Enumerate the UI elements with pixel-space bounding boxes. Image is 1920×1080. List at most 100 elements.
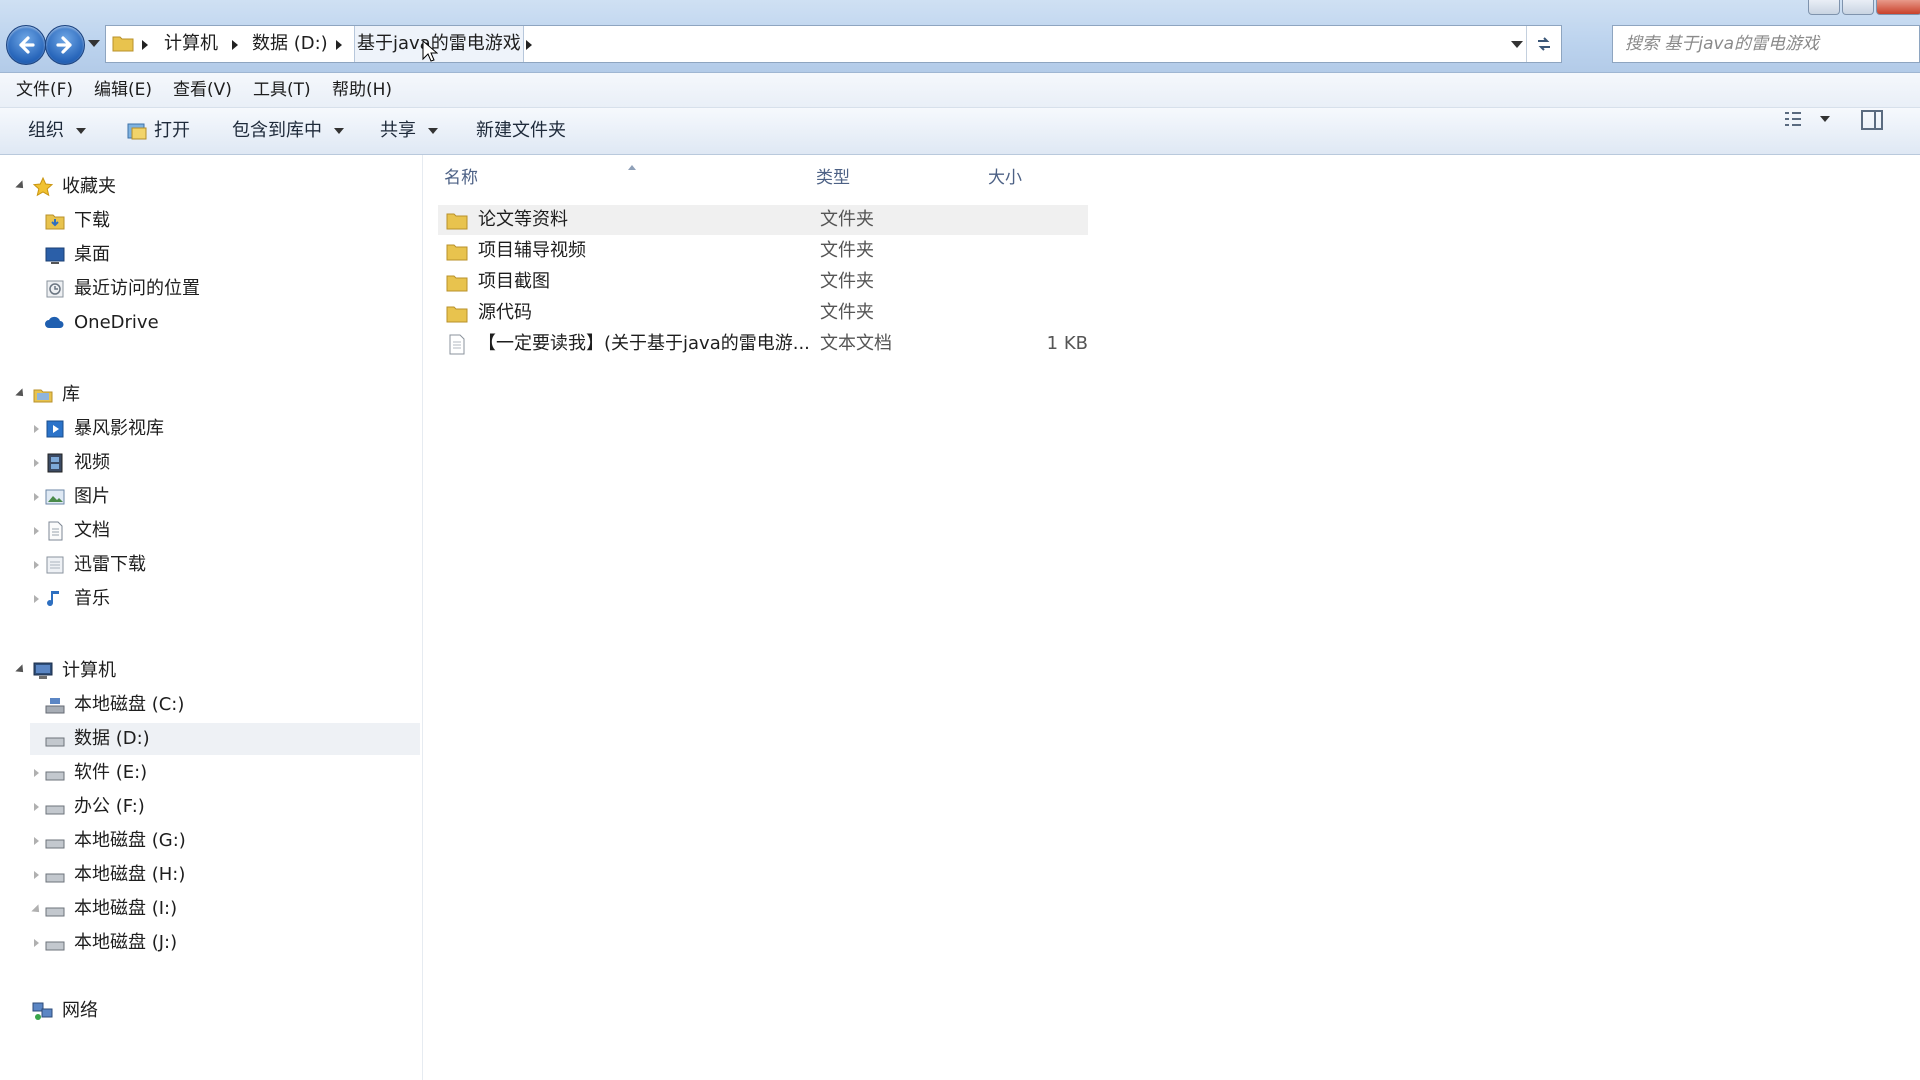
back-button[interactable] xyxy=(6,25,46,65)
collapse-toggle[interactable] xyxy=(34,803,39,811)
file-list-pane: 名称 类型 大小 论文等资料 文件夹 项目辅导视频 文件夹 项目截图 文件夹 源… xyxy=(422,40,1920,1080)
nav-drive-d[interactable]: 数据 (D:) xyxy=(30,723,420,755)
close-button[interactable] xyxy=(1876,0,1920,15)
nav-drive-c[interactable]: 本地磁盘 (C:) xyxy=(44,689,184,721)
nav-baofeng-library[interactable]: 暴风影视库 xyxy=(44,413,164,445)
nav-drive-h-label: 本地磁盘 (H:) xyxy=(74,864,186,885)
nav-favorites[interactable]: 收藏夹 xyxy=(32,171,116,203)
nav-computer[interactable]: 计算机 xyxy=(32,655,116,687)
nav-drive-e[interactable]: 软件 (E:) xyxy=(44,757,147,789)
expand-toggle[interactable] xyxy=(15,664,27,676)
nav-drive-f[interactable]: 办公 (F:) xyxy=(44,791,145,823)
nav-libraries[interactable]: 库 xyxy=(32,379,80,411)
network-icon xyxy=(32,1000,54,1022)
desktop-icon xyxy=(44,244,66,266)
expand-toggle[interactable] xyxy=(15,388,27,400)
file-row[interactable]: 论文等资料 文件夹 xyxy=(438,205,1088,235)
nav-music[interactable]: 音乐 xyxy=(44,583,110,615)
file-row[interactable]: 项目截图 文件夹 xyxy=(438,267,1088,297)
include-in-library-label: 包含到库中 xyxy=(232,120,322,141)
collapse-toggle[interactable] xyxy=(34,459,39,467)
collapse-toggle[interactable] xyxy=(34,939,39,947)
address-dropdown[interactable] xyxy=(1511,41,1523,48)
expand-toggle[interactable] xyxy=(15,180,27,192)
breadcrumb-separator[interactable] xyxy=(142,40,148,50)
collapse-toggle[interactable] xyxy=(34,595,39,603)
nav-documents[interactable]: 文档 xyxy=(44,515,110,547)
collapse-toggle[interactable] xyxy=(34,871,39,879)
address-bar[interactable]: 计算机 数据 (D:) 基于java的雷电游戏 xyxy=(105,25,1562,63)
new-folder-button[interactable]: 新建文件夹 xyxy=(476,108,566,154)
menu-help[interactable]: 帮助(H) xyxy=(332,73,392,107)
menu-file[interactable]: 文件(F) xyxy=(16,73,73,107)
nav-documents-label: 文档 xyxy=(74,520,110,541)
breadcrumb-separator[interactable] xyxy=(232,40,238,50)
breadcrumb-drive-d[interactable]: 数据 (D:) xyxy=(250,26,330,62)
preview-pane-button[interactable] xyxy=(1860,108,1884,132)
collapse-toggle[interactable] xyxy=(34,527,39,535)
nav-libraries-label: 库 xyxy=(62,384,80,405)
nav-baofeng-label: 暴风影视库 xyxy=(74,418,164,439)
breadcrumb-computer[interactable]: 计算机 xyxy=(162,26,220,62)
expand-toggle[interactable] xyxy=(31,904,43,916)
open-button[interactable]: 打开 xyxy=(126,108,190,154)
nav-drive-j[interactable]: 本地磁盘 (J:) xyxy=(44,927,177,959)
breadcrumb-separator[interactable] xyxy=(336,40,342,50)
nav-drive-j-label: 本地磁盘 (J:) xyxy=(74,932,178,953)
search-input[interactable]: 搜索 基于java的雷电游戏 xyxy=(1612,25,1920,63)
collapse-toggle[interactable] xyxy=(34,425,39,433)
nav-downloads[interactable]: 下载 xyxy=(44,205,110,237)
column-header-type[interactable]: 类型 xyxy=(816,163,850,188)
collapse-toggle[interactable] xyxy=(34,493,39,501)
change-view-button[interactable] xyxy=(1782,108,1830,130)
folder-icon xyxy=(446,244,468,261)
file-row[interactable]: 项目辅导视频 文件夹 xyxy=(438,236,1088,266)
menu-tools[interactable]: 工具(T) xyxy=(253,73,311,107)
forward-button[interactable] xyxy=(45,25,85,65)
document-icon xyxy=(44,520,66,542)
include-in-library-button[interactable]: 包含到库中 xyxy=(232,108,344,154)
recent-locations-dropdown[interactable] xyxy=(88,40,100,47)
refresh-button[interactable] xyxy=(1526,26,1561,62)
file-row[interactable]: 【一定要读我】(关于基于java的雷电游... 文本文档 1 KB xyxy=(438,329,1088,359)
menu-view[interactable]: 查看(V) xyxy=(173,73,232,107)
nav-drive-h[interactable]: 本地磁盘 (H:) xyxy=(44,859,185,891)
nav-network[interactable]: 网络 xyxy=(32,995,98,1027)
maximize-button[interactable] xyxy=(1842,0,1874,15)
nav-pictures[interactable]: 图片 xyxy=(44,481,110,513)
nav-desktop[interactable]: 桌面 xyxy=(44,239,110,271)
download-library-icon xyxy=(44,554,66,576)
arrow-right-icon xyxy=(56,36,72,54)
nav-onedrive[interactable]: OneDrive xyxy=(44,307,159,339)
chevron-down-icon xyxy=(428,128,438,134)
file-type: 文件夹 xyxy=(820,271,874,292)
file-row[interactable]: 源代码 文件夹 xyxy=(438,298,1088,328)
nav-recent-places[interactable]: 最近访问的位置 xyxy=(44,273,200,305)
collapse-toggle[interactable] xyxy=(34,561,39,569)
refresh-icon xyxy=(1538,37,1550,51)
nav-music-label: 音乐 xyxy=(74,588,110,609)
file-size: 1 KB xyxy=(1046,333,1088,354)
collapse-toggle[interactable] xyxy=(34,837,39,845)
nav-drive-f-label: 办公 (F:) xyxy=(74,796,145,817)
nav-drive-g[interactable]: 本地磁盘 (G:) xyxy=(44,825,186,857)
star-icon xyxy=(32,176,54,198)
collapse-toggle[interactable] xyxy=(34,769,39,777)
hard-drive-icon xyxy=(44,898,66,920)
share-button[interactable]: 共享 xyxy=(380,108,438,154)
nav-videos-label: 视频 xyxy=(74,452,110,473)
organize-label: 组织 xyxy=(28,120,64,141)
file-type: 文件夹 xyxy=(820,209,874,230)
breadcrumb-current-folder[interactable]: 基于java的雷电游戏 xyxy=(354,26,524,62)
column-header-name[interactable]: 名称 xyxy=(444,163,744,188)
folder-icon xyxy=(446,306,468,323)
nav-favorites-label: 收藏夹 xyxy=(62,176,116,197)
organize-button[interactable]: 组织 xyxy=(28,108,86,154)
nav-videos[interactable]: 视频 xyxy=(44,447,110,479)
column-header-size[interactable]: 大小 xyxy=(988,163,1022,188)
nav-xunlei-downloads[interactable]: 迅雷下载 xyxy=(44,549,146,581)
minimize-button[interactable] xyxy=(1808,0,1840,15)
breadcrumb-separator[interactable] xyxy=(526,40,532,50)
menu-edit[interactable]: 编辑(E) xyxy=(94,73,152,107)
nav-drive-i[interactable]: 本地磁盘 (I:) xyxy=(44,893,177,925)
